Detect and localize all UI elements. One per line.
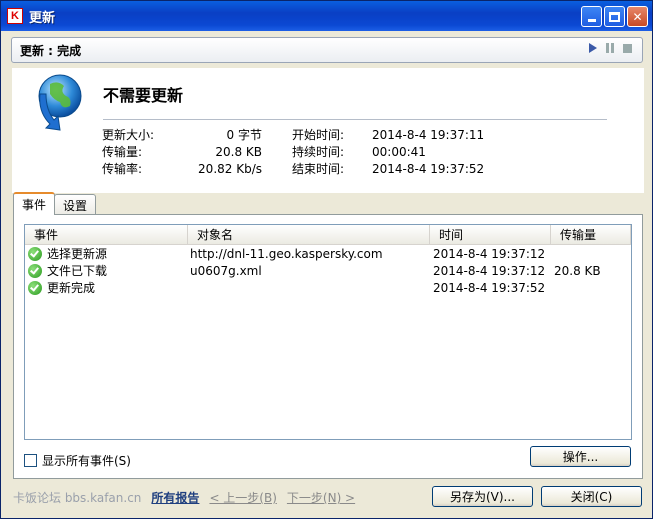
table-row[interactable]: 更新完成 2014-8-4 19:37:52 xyxy=(25,279,631,296)
events-panel: 事件 对象名 时间 传输量 选择更新源 http://dnl-11.geo.ka… xyxy=(13,214,643,479)
stop-icon[interactable] xyxy=(623,43,632,53)
event-text: 选择更新源 xyxy=(47,247,108,261)
stat-end-time-value: 2014-8-4 19:37:52 xyxy=(372,161,485,176)
stat-update-size-label: 更新大小: xyxy=(102,128,155,142)
play-icon[interactable] xyxy=(589,43,597,53)
col-header-object[interactable]: 对象名 xyxy=(188,225,430,244)
app-icon-letter: K xyxy=(11,10,19,22)
cell-object: u0607g.xml xyxy=(190,263,262,278)
show-all-events-label: 显示所有事件(S) xyxy=(42,454,131,468)
update-window: K 更新 ✕ 更新 : 完成 不需要更新 更新大小: 0 字节 开始时间: 20… xyxy=(0,0,653,519)
update-headline: 不需要更新 xyxy=(103,86,184,105)
maximize-button[interactable] xyxy=(604,6,625,27)
event-text: 更新完成 xyxy=(47,281,96,295)
tab-events[interactable]: 事件 xyxy=(13,192,56,215)
status-bar: 更新 : 完成 xyxy=(11,37,643,63)
cell-time: 2014-8-4 19:37:12 xyxy=(433,246,546,261)
next-step-link[interactable]: 下一步(N) > xyxy=(287,489,355,506)
update-globe-icon xyxy=(38,74,82,131)
success-check-icon xyxy=(28,280,42,295)
stat-transfer-value: 20.8 KB xyxy=(215,144,262,159)
stat-row: 传输量: 20.8 KB 持续时间: 00:00:41 xyxy=(102,143,522,160)
previous-step-link[interactable]: < 上一步(B) xyxy=(209,489,276,506)
cell-event: 文件已下载 xyxy=(25,262,188,279)
pause-icon[interactable] xyxy=(606,43,614,53)
col-header-time[interactable]: 时间 xyxy=(430,225,551,244)
cell-time: 2014-8-4 19:37:12 xyxy=(433,263,546,278)
kaspersky-app-icon: K xyxy=(7,8,23,24)
cell-event: 更新完成 xyxy=(25,279,188,296)
all-reports-link[interactable]: 所有报告 xyxy=(151,489,199,506)
minimize-button[interactable] xyxy=(581,6,602,27)
tab-settings[interactable]: 设置 xyxy=(54,194,97,215)
stat-update-size-value: 0 字节 xyxy=(226,128,262,142)
stat-rate-value: 20.82 Kb/s xyxy=(198,161,262,176)
status-label: 更新 : 完成 xyxy=(20,43,82,58)
cell-size: 20.8 KB xyxy=(554,263,601,278)
maximize-icon xyxy=(609,11,620,22)
summary-panel: 不需要更新 更新大小: 0 字节 开始时间: 2014-8-4 19:37:11… xyxy=(12,68,644,193)
table-row[interactable]: 选择更新源 http://dnl-11.geo.kaspersky.com 20… xyxy=(25,245,631,262)
stat-end-time-label: 结束时间: xyxy=(292,162,345,176)
stat-transfer-label: 传输量: xyxy=(102,145,143,159)
event-text: 文件已下载 xyxy=(47,264,108,278)
success-check-icon xyxy=(28,263,42,278)
footer: 卡饭论坛 bbs.kafan.cn 所有报告 < 上一步(B) 下一步(N) >… xyxy=(1,481,652,518)
stat-duration-label: 持续时间: xyxy=(292,145,345,159)
cell-time: 2014-8-4 19:37:52 xyxy=(433,280,546,295)
stat-row: 更新大小: 0 字节 开始时间: 2014-8-4 19:37:11 xyxy=(102,126,522,143)
stat-row: 传输率: 20.82 Kb/s 结束时间: 2014-8-4 19:37:52 xyxy=(102,160,522,177)
list-header: 事件 对象名 时间 传输量 xyxy=(25,225,631,245)
show-all-events-checkbox[interactable] xyxy=(24,454,37,467)
events-list[interactable]: 事件 对象名 时间 传输量 选择更新源 http://dnl-11.geo.ka… xyxy=(24,224,632,440)
stat-rate-label: 传输率: xyxy=(102,162,143,176)
stats-block: 更新大小: 0 字节 开始时间: 2014-8-4 19:37:11 传输量: … xyxy=(102,126,522,177)
close-icon: ✕ xyxy=(632,9,643,24)
success-check-icon xyxy=(28,246,42,261)
save-as-button[interactable]: 另存为(V)... xyxy=(432,486,533,507)
minimize-icon xyxy=(587,19,596,22)
watermark-text: 卡饭论坛 bbs.kafan.cn xyxy=(13,491,142,505)
show-all-events-option[interactable]: 显示所有事件(S) xyxy=(24,452,131,469)
window-title: 更新 xyxy=(29,10,56,26)
cell-object: http://dnl-11.geo.kaspersky.com xyxy=(190,246,383,261)
actions-button[interactable]: 操作... xyxy=(530,446,631,467)
tab-strip: 事件 设置 xyxy=(13,192,97,215)
title-bar[interactable]: K 更新 ✕ xyxy=(1,1,652,31)
col-header-size[interactable]: 传输量 xyxy=(551,225,631,244)
divider xyxy=(103,119,607,120)
stat-duration-value: 00:00:41 xyxy=(372,144,426,159)
cell-event: 选择更新源 xyxy=(25,245,188,262)
col-header-event[interactable]: 事件 xyxy=(25,225,188,244)
close-window-button[interactable]: ✕ xyxy=(627,6,648,27)
close-button[interactable]: 关闭(C) xyxy=(541,486,642,507)
stat-start-time-value: 2014-8-4 19:37:11 xyxy=(372,127,485,142)
stat-start-time-label: 开始时间: xyxy=(292,128,345,142)
table-row[interactable]: 文件已下载 u0607g.xml 2014-8-4 19:37:12 20.8 … xyxy=(25,262,631,279)
